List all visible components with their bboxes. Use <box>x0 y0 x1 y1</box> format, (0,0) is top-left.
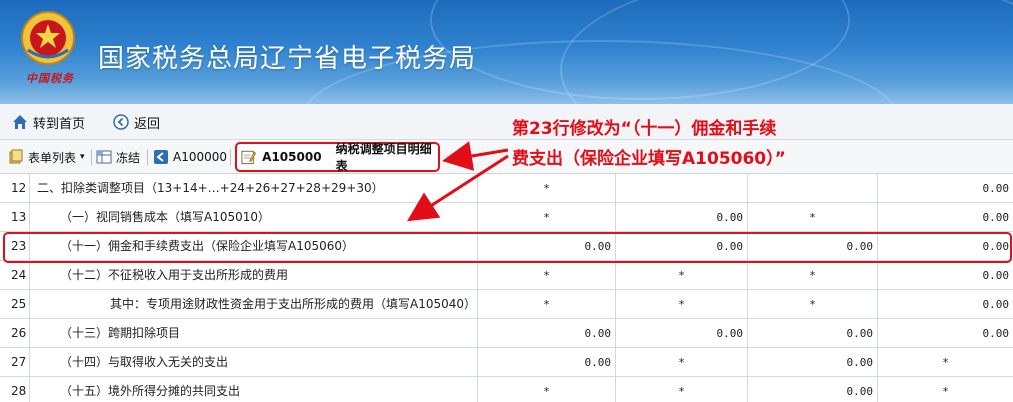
back-label: 返回 <box>134 116 161 132</box>
emblem-caption: 中国税务 <box>26 72 74 85</box>
row-item-name: （十五）境外所得分摊的共同支出 <box>30 377 478 402</box>
amount-cell[interactable]: 0.00 <box>878 203 1013 232</box>
not-applicable-mark: * <box>478 290 616 319</box>
form-toolbar: 表单列表 ▾ 冻结 A100000 <box>0 140 1013 174</box>
not-applicable-mark: * <box>616 377 748 402</box>
prev-form-tab[interactable]: A100000 <box>153 147 227 167</box>
freeze-icon <box>96 150 112 164</box>
row-number: 27 <box>0 348 30 377</box>
nav-bar: 转到首页 返回 <box>0 104 1013 140</box>
not-applicable-mark: * <box>748 290 878 319</box>
row-item-name: （十二）不征税收入用于支出所形成的费用 <box>30 261 478 290</box>
arrow-left-icon <box>154 150 168 164</box>
amount-cell[interactable]: 0.00 <box>878 319 1013 348</box>
table-row[interactable]: 27 （十四）与取得收入无关的支出 0.00 * 0.00 * <box>0 348 1013 377</box>
amount-cell[interactable]: 0.00 <box>616 319 748 348</box>
form-list-icon <box>9 149 23 164</box>
not-applicable-mark: * <box>616 261 748 290</box>
table-row[interactable]: 26 （十三）跨期扣除项目 0.00 0.00 0.00 0.00 <box>0 319 1013 348</box>
adjustment-table: 12 二、扣除类调整项目（13+14+…+24+26+27+28+29+30） * 0… <box>0 174 1013 402</box>
annotation-callout: 第23行修改为“（十一）佣金和手续 费支出（保险企业填写A105060）” <box>512 114 857 174</box>
home-icon <box>13 115 27 129</box>
row-number: 23 <box>0 232 30 261</box>
prev-form-label: A100000 <box>173 150 228 164</box>
active-form-code: A105000 <box>262 150 322 164</box>
row-number: 12 <box>0 174 30 203</box>
row-item-name: 二、扣除类调整项目（13+14+…+24+26+27+28+29+30） <box>30 174 478 203</box>
back-icon <box>113 114 129 130</box>
dropdown-caret-icon: ▾ <box>80 152 85 162</box>
table-row[interactable]: 13 （一）视同销售成本（填写A105010） * 0.00 * 0.00 <box>0 203 1013 232</box>
row-item-name: （十一）佣金和手续费支出（保险企业填写A105060） <box>30 232 478 261</box>
toolbar-divider <box>91 149 92 165</box>
row-number: 25 <box>0 290 30 319</box>
row-item-name: （一）视同销售成本（填写A105010） <box>30 203 478 232</box>
table-row[interactable]: 12 二、扣除类调整项目（13+14+…+24+26+27+28+29+30） * 0… <box>0 174 1013 203</box>
table-row[interactable]: 23 （十一）佣金和手续费支出（保险企业填写A105060） 0.00 0.00 0.0… <box>0 232 1013 261</box>
row-number: 13 <box>0 203 30 232</box>
amount-cell[interactable]: 0.00 <box>478 319 616 348</box>
form-list-button[interactable]: 表单列表 ▾ <box>8 147 85 167</box>
not-applicable-mark: * <box>478 174 616 203</box>
form-list-label: 表单列表 <box>28 150 77 165</box>
site-banner: 中国税务 国家税务总局辽宁省电子税务局 <box>0 0 1013 104</box>
row-item-name: 其中：专项用途财政性资金用于支出所形成的费用（填写A105040） <box>30 290 478 319</box>
edit-form-icon <box>241 150 257 165</box>
freeze-button[interactable]: 冻结 <box>96 147 140 167</box>
site-title: 国家税务总局辽宁省电子税务局 <box>98 44 477 74</box>
amount-cell[interactable]: 0.00 <box>748 377 878 402</box>
amount-cell[interactable]: 0.00 <box>748 319 878 348</box>
home-label: 转到首页 <box>33 116 86 132</box>
active-form-tab[interactable]: A105000 纳税调整项目明细表 <box>235 142 440 173</box>
not-applicable-mark: * <box>748 261 878 290</box>
table-row[interactable]: 25 其中：专项用途财政性资金用于支出所形成的费用（填写A105040） * * * 0.… <box>0 290 1013 319</box>
not-applicable-mark: * <box>748 203 878 232</box>
row-number: 24 <box>0 261 30 290</box>
amount-cell[interactable]: 0.00 <box>478 348 616 377</box>
not-applicable-mark: * <box>478 203 616 232</box>
not-applicable-mark: * <box>942 385 949 398</box>
amount-cell[interactable]: 0.00 <box>878 232 1013 261</box>
amount-cell[interactable]: 0.00 <box>616 232 748 261</box>
back-button[interactable]: 返回 <box>113 112 160 132</box>
amount-cell[interactable] <box>748 174 878 203</box>
amount-cell[interactable]: 0.00 <box>878 290 1013 319</box>
table-row[interactable]: 28 （十五）境外所得分摊的共同支出 * * 0.00 * <box>0 377 1013 402</box>
row-number: 28 <box>0 377 30 402</box>
row-item-name: （十三）跨期扣除项目 <box>30 319 478 348</box>
not-applicable-mark: * <box>942 356 949 369</box>
annotation-line-1: 第23行修改为“（十一）佣金和手续 <box>512 119 777 139</box>
toolbar-divider <box>147 149 148 165</box>
tax-emblem-icon <box>21 11 75 65</box>
amount-cell[interactable] <box>616 174 748 203</box>
home-button[interactable]: 转到首页 <box>12 112 85 132</box>
amount-cell[interactable]: 0.00 <box>616 203 748 232</box>
annotation-line-2: 费支出（保险企业填写A105060）” <box>512 149 786 169</box>
amount-cell[interactable]: 0.00 <box>478 232 616 261</box>
not-applicable-mark: * <box>478 377 616 402</box>
amount-cell[interactable]: 0.00 <box>878 174 1013 203</box>
row-item-name: （十四）与取得收入无关的支出 <box>30 348 478 377</box>
not-applicable-mark: * <box>616 348 748 377</box>
freeze-label: 冻结 <box>116 150 141 165</box>
amount-cell[interactable]: 0.00 <box>878 261 1013 290</box>
active-form-name: 纳税调整项目明细表 <box>335 142 432 173</box>
amount-cell[interactable]: 0.00 <box>748 348 878 377</box>
table-row[interactable]: 24 （十二）不征税收入用于支出所形成的费用 * * * 0.00 <box>0 261 1013 290</box>
not-applicable-mark: * <box>616 290 748 319</box>
not-applicable-mark: * <box>478 261 616 290</box>
amount-cell[interactable]: 0.00 <box>748 232 878 261</box>
row-number: 26 <box>0 319 30 348</box>
toolbar-divider <box>230 149 231 165</box>
